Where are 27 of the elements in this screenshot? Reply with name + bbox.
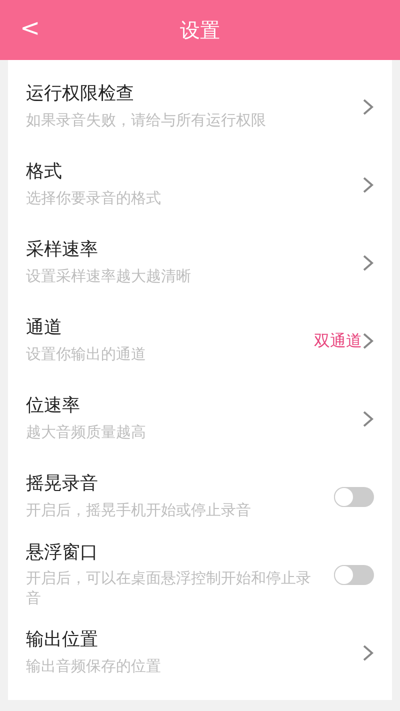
setting-title: 输出位置: [26, 629, 99, 652]
setting-description: 如果录音失败，请给与所有运行权限: [26, 111, 267, 131]
setting-description: 设置采样速率越大越清晰: [26, 267, 192, 287]
setting-title: 悬浮窗口: [26, 542, 99, 564]
setting-title: 运行权限检查: [26, 83, 135, 106]
setting-description: 输出音频保存的位置: [26, 657, 162, 677]
chevron-right-icon[interactable]: [362, 410, 374, 428]
chevron-right-icon[interactable]: [362, 254, 374, 272]
setting-title: 采样速率: [26, 239, 99, 262]
setting-description: 开启后，可以在桌面悬浮控制开始和停止录音: [26, 569, 312, 608]
chevron-right-icon[interactable]: [362, 644, 374, 662]
chevron-right-icon[interactable]: [362, 98, 374, 116]
setting-title: 通道: [26, 317, 63, 340]
setting-title: 摇晃录音: [26, 473, 99, 496]
chevron-right-icon[interactable]: [362, 332, 374, 350]
setting-title: 位速率: [26, 395, 81, 418]
setting-description: 设置你输出的通道: [26, 345, 147, 365]
setting-description: 开启后，摇晃手机开始或停止录音: [26, 501, 252, 521]
back-button[interactable]: <: [14, 12, 46, 44]
setting-title: 格式: [26, 161, 63, 184]
toggle-switch[interactable]: [334, 487, 374, 507]
setting-value: 双通道: [314, 330, 362, 352]
setting-description: 越大音频质量越高: [26, 423, 147, 443]
chevron-right-icon[interactable]: [362, 176, 374, 194]
toggle-switch[interactable]: [334, 565, 374, 585]
setting-description: 选择你要录音的格式: [26, 189, 162, 209]
page-title: 设置: [180, 17, 220, 44]
